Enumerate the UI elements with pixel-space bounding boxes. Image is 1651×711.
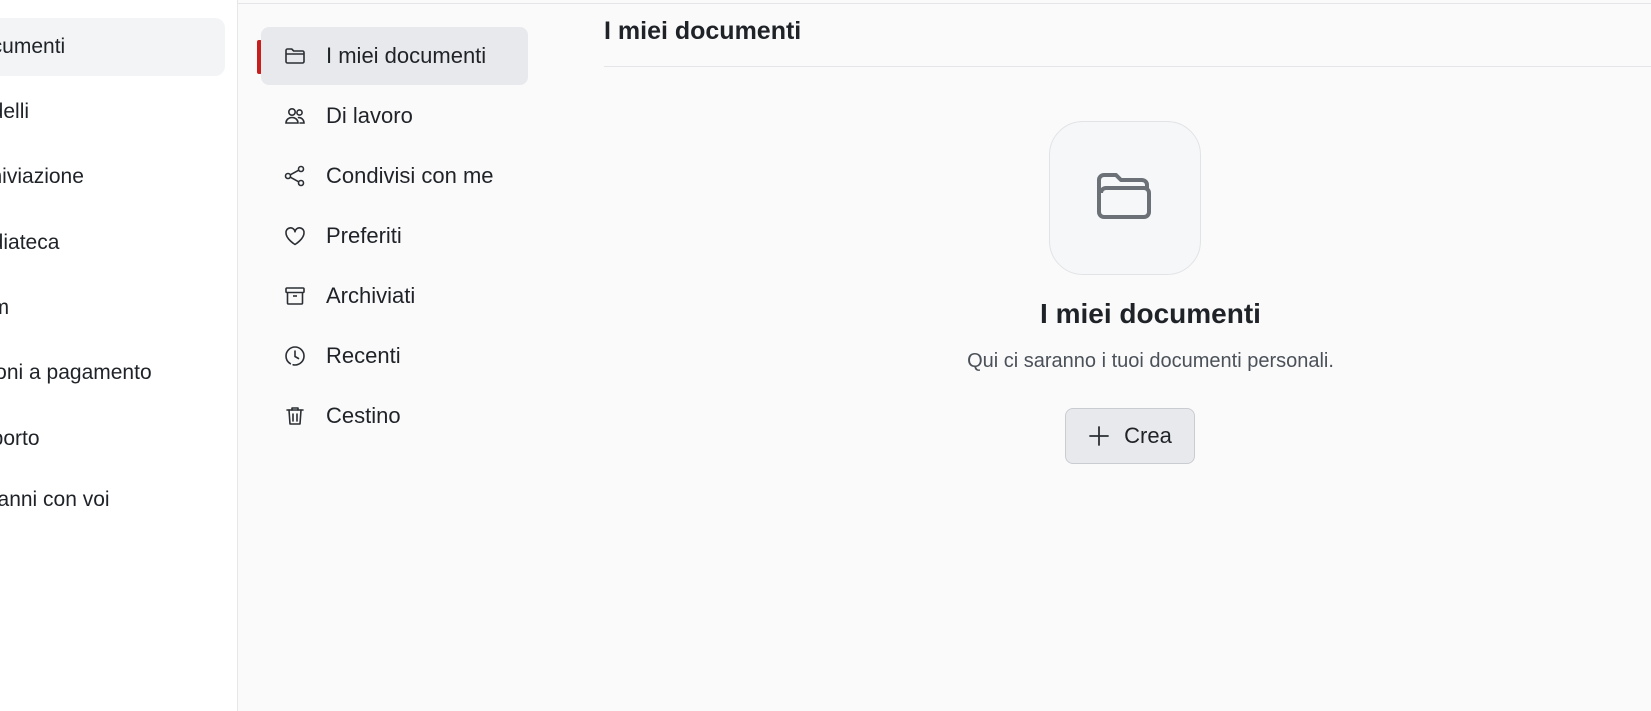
empty-state-subtitle: Qui ci saranno i tuoi documenti personal… bbox=[967, 350, 1334, 372]
sidebar-item-label: am bbox=[0, 296, 9, 320]
primary-sidebar: ocumenti odelli chiviazione ediateca am … bbox=[0, 0, 238, 711]
app-window: ocumenti odelli chiviazione ediateca am … bbox=[0, 0, 1651, 711]
documents-subnav: I miei documenti Di lavoro Condivisi con… bbox=[238, 0, 578, 711]
trash-icon bbox=[282, 403, 308, 429]
sidebar-item-documenti[interactable]: ocumenti bbox=[0, 18, 225, 76]
sidebar-item-mediateca[interactable]: ediateca bbox=[0, 214, 225, 272]
users-icon bbox=[282, 103, 308, 129]
sidebar-item-modelli[interactable]: odelli bbox=[0, 83, 225, 141]
sidebar-item-funzioni-a-pagamento[interactable]: zioni a pagamento bbox=[0, 344, 225, 402]
subnav-item-condivisi-con-me[interactable]: Condivisi con me bbox=[261, 147, 528, 205]
subnav-item-i-miei-documenti[interactable]: I miei documenti bbox=[261, 27, 528, 85]
create-button-label: Crea bbox=[1124, 423, 1172, 448]
page-title: I miei documenti bbox=[604, 17, 802, 45]
empty-state-illustration bbox=[1049, 121, 1201, 275]
sidebar-item-supporto[interactable]: pporto bbox=[0, 410, 225, 468]
share-icon bbox=[282, 163, 308, 189]
subnav-item-label: Di lavoro bbox=[326, 103, 413, 128]
subnav-item-cestino[interactable]: Cestino bbox=[261, 387, 528, 445]
title-divider bbox=[604, 66, 1651, 67]
sidebar-item-label: odelli bbox=[0, 100, 30, 123]
subnav-item-label: Cestino bbox=[326, 403, 401, 428]
sidebar-item-label: pporto bbox=[0, 427, 40, 450]
subnav-item-label: Condivisi con me bbox=[326, 163, 494, 188]
sidebar-item-label: ediateca bbox=[0, 231, 60, 254]
subnav-item-label: I miei documenti bbox=[326, 43, 487, 68]
folder-icon bbox=[282, 43, 308, 69]
empty-state-title: I miei documenti bbox=[1040, 298, 1261, 329]
sidebar-item-archiviazione[interactable]: chiviazione bbox=[0, 148, 225, 206]
sidebar-item-label: chiviazione bbox=[0, 165, 84, 188]
sidebar-item-label: 0 anni con voi bbox=[0, 488, 110, 511]
subnav-item-preferiti[interactable]: Preferiti bbox=[261, 207, 528, 265]
sidebar-item-label: ocumenti bbox=[0, 35, 66, 58]
clock-icon bbox=[282, 343, 308, 369]
archive-icon bbox=[282, 283, 308, 309]
plus-icon bbox=[1088, 425, 1110, 447]
sidebar-item-team[interactable]: am bbox=[0, 279, 225, 337]
create-button[interactable]: Crea bbox=[1065, 408, 1195, 464]
subnav-item-recenti[interactable]: Recenti bbox=[261, 327, 528, 385]
sidebar-item-anniversario[interactable]: 0 anni con voi bbox=[0, 471, 225, 529]
main-content: I miei documenti I miei documenti Qui ci… bbox=[604, 0, 1651, 711]
folder-open-icon bbox=[1093, 168, 1157, 229]
subnav-item-di-lavoro[interactable]: Di lavoro bbox=[261, 87, 528, 145]
subnav-item-label: Recenti bbox=[326, 343, 401, 368]
heart-icon bbox=[282, 223, 308, 249]
subnav-item-label: Archiviati bbox=[326, 283, 416, 308]
subnav-item-label: Preferiti bbox=[326, 223, 402, 248]
subnav-item-archiviati[interactable]: Archiviati bbox=[261, 267, 528, 325]
sidebar-item-label: zioni a pagamento bbox=[0, 361, 152, 384]
